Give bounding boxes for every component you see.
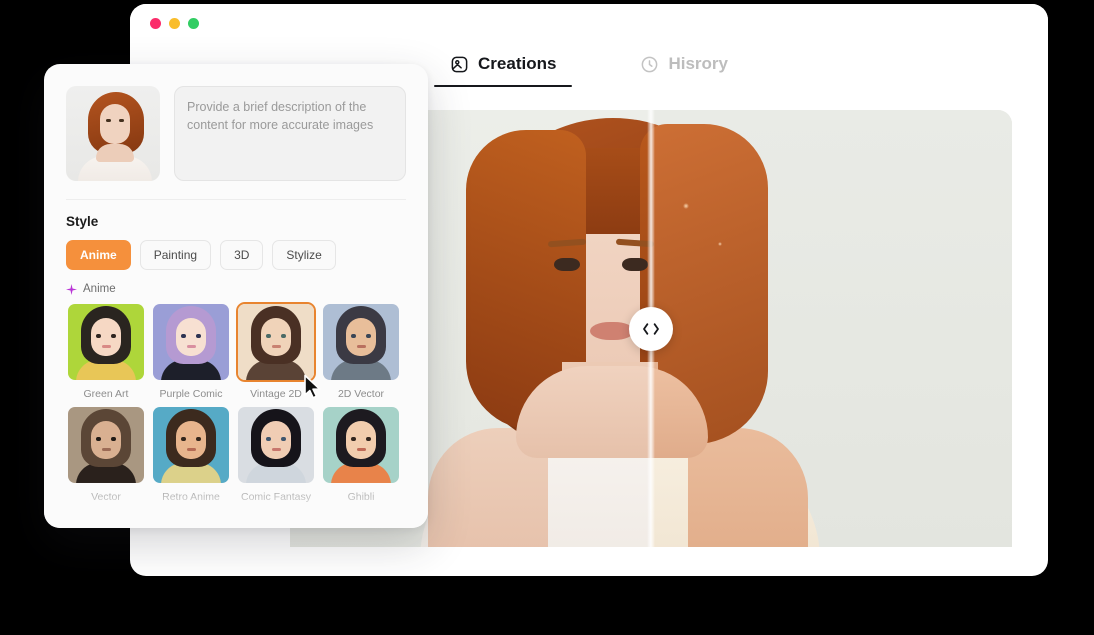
- image-icon: [450, 55, 469, 74]
- style-thumbnail: [321, 405, 401, 485]
- tab-history-label: Hisrory: [668, 54, 728, 73]
- comparison-slider-handle[interactable]: [629, 306, 673, 351]
- tab-creations-label: Creations: [478, 54, 557, 73]
- style-option-retro-anime[interactable]: Retro Anime: [151, 405, 231, 503]
- chip-3d[interactable]: 3D: [220, 240, 264, 270]
- style-section-title: Style: [66, 214, 99, 229]
- style-settings-panel: Provide a brief description of the conte…: [44, 64, 428, 528]
- stylized-illustration-half: [651, 110, 1012, 547]
- style-option-label: Vector: [91, 491, 121, 503]
- style-option-label: Vintage 2D: [250, 388, 302, 400]
- style-thumbnail: [66, 302, 146, 382]
- chevron-left-right-icon: [639, 321, 663, 337]
- minimize-window-button[interactable]: [169, 18, 180, 29]
- style-group-label: Anime: [83, 283, 116, 295]
- style-thumbnail: [66, 405, 146, 485]
- style-thumbnail: [236, 405, 316, 485]
- style-option-green-art[interactable]: Green Art: [66, 302, 146, 400]
- style-option-purple-comic[interactable]: Purple Comic: [151, 302, 231, 400]
- chip-painting[interactable]: Painting: [139, 240, 212, 270]
- style-option-label: Purple Comic: [159, 388, 223, 400]
- source-image-thumbnail[interactable]: [66, 86, 160, 181]
- style-option-comic-fantasy[interactable]: Comic Fantasy: [236, 405, 316, 503]
- style-thumbnail-grid: Green Art Purple Comic Vintage 2D 2D Vector…: [44, 295, 428, 503]
- style-group-header: Anime: [44, 270, 428, 295]
- close-window-button[interactable]: [150, 18, 161, 29]
- style-option-label: Retro Anime: [162, 491, 220, 503]
- style-option-label: Ghibli: [347, 491, 375, 503]
- style-option-label: 2D Vector: [337, 388, 385, 400]
- prompt-input[interactable]: Provide a brief description of the conte…: [174, 86, 406, 181]
- prompt-row: Provide a brief description of the conte…: [44, 64, 428, 181]
- window-titlebar: [130, 4, 1048, 44]
- style-thumbnail: [321, 302, 401, 382]
- page-root: Creations Hisrory Provide a brief descri…: [0, 0, 1094, 635]
- style-thumbnail: [151, 405, 231, 485]
- chip-stylize[interactable]: Stylize: [272, 240, 336, 270]
- maximize-window-button[interactable]: [188, 18, 199, 29]
- sparkle-icon: [66, 283, 77, 295]
- style-option-2d-vector[interactable]: 2D Vector: [321, 302, 401, 400]
- style-option-vector[interactable]: Vector: [66, 405, 146, 503]
- style-category-chips: Anime Painting 3D Stylize: [44, 229, 428, 270]
- style-thumbnail: [151, 302, 231, 382]
- tab-history[interactable]: Hisrory: [624, 50, 744, 87]
- style-option-ghibli[interactable]: Ghibli: [321, 405, 401, 503]
- style-option-vintage-2d[interactable]: Vintage 2D: [236, 302, 316, 400]
- clock-icon: [640, 55, 659, 74]
- chip-anime[interactable]: Anime: [66, 240, 131, 270]
- style-option-label: Green Art: [83, 388, 129, 400]
- tab-creations[interactable]: Creations: [434, 50, 573, 87]
- style-thumbnail: [236, 302, 316, 382]
- style-option-label: Comic Fantasy: [240, 491, 312, 503]
- traffic-light-buttons: [150, 18, 199, 29]
